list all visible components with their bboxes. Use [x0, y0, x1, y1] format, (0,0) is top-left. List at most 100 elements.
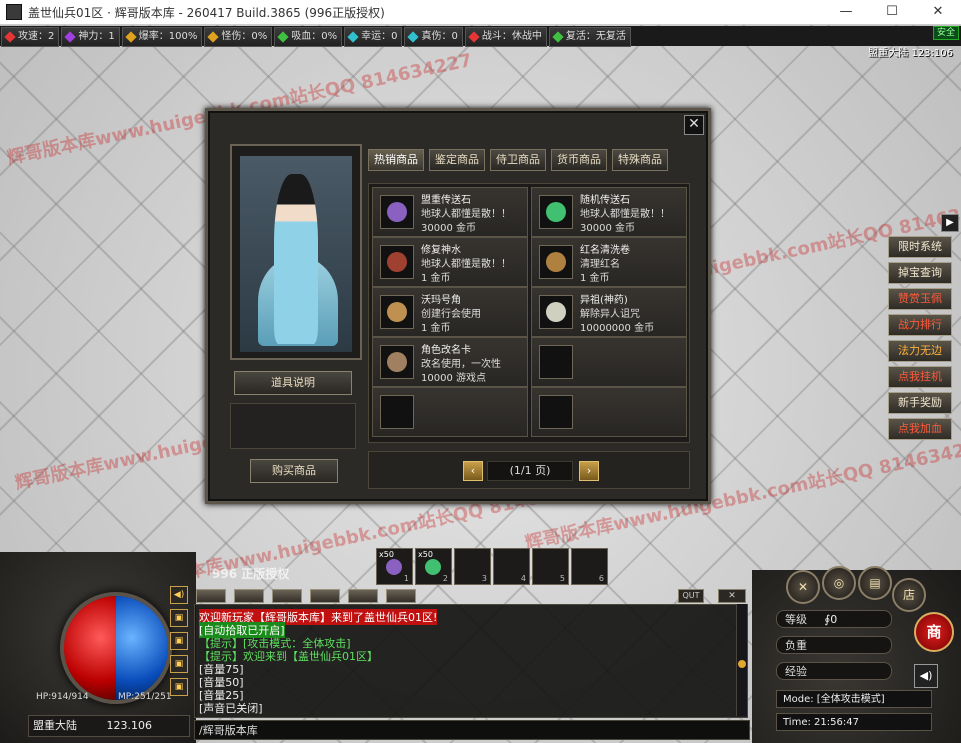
- bag-round-icon[interactable]: ▤: [858, 566, 892, 600]
- left-icon-column: ◀) ▣ ▣ ▣ ▣: [170, 586, 188, 701]
- shop-panel: ✕ 道具说明 购买商品 热销商品 鉴定商品 侍卫商品 货币商品 特殊商品 盟重传…: [205, 108, 711, 504]
- safe-zone-badge: 安全: [932, 26, 959, 40]
- tab-special-items[interactable]: 特殊商品: [612, 149, 668, 171]
- tab-identify-items[interactable]: 鉴定商品: [429, 149, 485, 171]
- menu-newbie-reward[interactable]: 新手奖励: [888, 392, 952, 414]
- window-title: 盖世仙兵01区 · 辉哥版本库 - 260417 Build.3865 (996…: [28, 5, 385, 20]
- time-display: Time: 21:56:47: [776, 713, 932, 731]
- shop-icon[interactable]: 商: [914, 612, 954, 652]
- close-round-icon[interactable]: ✕: [786, 570, 820, 604]
- shop-item-slot-empty[interactable]: [372, 387, 528, 437]
- map-title: 盟重大陆 123:106: [868, 48, 953, 59]
- item-hotbar: x50 1 x50 2 3 4 5 6: [376, 548, 610, 585]
- sound-icon[interactable]: ◀): [914, 664, 938, 688]
- side-menu-toggle-icon[interactable]: ▶: [941, 214, 959, 232]
- item-icon: [380, 245, 414, 279]
- stat-bar: 攻速：2 神力：1 爆率：100% 怪伤：0% 吸血：0% 幸运：0 真伤：0 …: [0, 26, 961, 47]
- shop-item-slot-empty[interactable]: [531, 387, 687, 437]
- prev-page-button[interactable]: ‹: [463, 461, 483, 481]
- next-page-button[interactable]: ›: [579, 461, 599, 481]
- item-icon: [380, 195, 414, 229]
- chat-channel-button[interactable]: [234, 589, 264, 603]
- shop-pager: ‹ (1/1 页) ›: [368, 451, 690, 489]
- shop-item-slot[interactable]: 盟重传送石 地球人都懂是散！！ 30000 金币: [372, 187, 528, 237]
- empty-slot-icon: [380, 395, 414, 429]
- stat-gem-icon: [64, 31, 77, 43]
- hotbar-slot[interactable]: x50 1: [376, 548, 413, 585]
- close-window-button[interactable]: ✕: [915, 0, 961, 24]
- stat-item: 幸运：0: [344, 27, 403, 47]
- hotbar-slot[interactable]: x50 2: [415, 548, 452, 585]
- shop-item-slot[interactable]: 沃玛号角 创建行会使用 1 金币: [372, 287, 528, 337]
- hp-orb-half: [64, 596, 116, 700]
- shop-item-slot[interactable]: 红名清洗卷 清理红名 1 金币: [531, 237, 687, 287]
- item-icon: [380, 345, 414, 379]
- menu-icon[interactable]: ▣: [170, 632, 188, 650]
- sound-toggle-icon[interactable]: ◀): [170, 586, 188, 604]
- hotbar-slot[interactable]: 5: [532, 548, 569, 585]
- menu-power-ranking[interactable]: 战力排行: [888, 314, 952, 336]
- tab-guard-items[interactable]: 侍卫商品: [490, 149, 546, 171]
- shop-item-slot[interactable]: 修复神水 地球人都懂是散！！ 1 金币: [372, 237, 528, 287]
- exp-field: 经验: [776, 662, 892, 680]
- menu-auto-hang[interactable]: 点我挂机: [888, 366, 952, 388]
- mp-readout: MP:251/251: [118, 692, 172, 702]
- menu-limited-system[interactable]: 限时系统: [888, 236, 952, 258]
- stat-gem-icon: [468, 31, 480, 43]
- item-description-button[interactable]: 道具说明: [234, 371, 352, 395]
- shop-item-slot[interactable]: 角色改名卡 改名使用，一次性 10000 游戏点: [372, 337, 528, 387]
- hotbar-slot[interactable]: 6: [571, 548, 608, 585]
- store-round-icon[interactable]: 店: [892, 578, 926, 612]
- menu-appreciation-jade[interactable]: 赞赏玉佩: [888, 288, 952, 310]
- menu-icon[interactable]: ▣: [170, 609, 188, 627]
- stat-gem-icon: [4, 31, 16, 43]
- window-titlebar: 盖世仙兵01区 · 辉哥版本库 - 260417 Build.3865 (996…: [0, 0, 961, 25]
- menu-icon[interactable]: ▣: [170, 678, 188, 696]
- menu-drop-query[interactable]: 掉宝查询: [888, 262, 952, 284]
- stat-gem-icon: [277, 31, 289, 43]
- location-coords: 123.106: [106, 719, 153, 732]
- shop-item-slot[interactable]: 随机传送石 地球人都懂是散！！ 30000 金币: [531, 187, 687, 237]
- stat-item: 吸血：0%: [274, 27, 343, 47]
- stat-item: 真伤：0: [404, 27, 463, 47]
- stat-item: 爆率：100%: [121, 27, 203, 47]
- scroll-knob[interactable]: [738, 660, 746, 668]
- buy-button[interactable]: 购买商品: [250, 459, 338, 483]
- npc-portrait: [240, 156, 352, 352]
- hotbar-slot[interactable]: 4: [493, 548, 530, 585]
- chat-channel-button[interactable]: [386, 589, 416, 603]
- tab-hot-items[interactable]: 热销商品: [368, 149, 424, 171]
- hp-mp-orb: [60, 592, 172, 704]
- menu-icon[interactable]: ▣: [170, 655, 188, 673]
- shop-item-slot-empty[interactable]: [531, 337, 687, 387]
- menu-boundless-mana[interactable]: 法力无边: [888, 340, 952, 362]
- tab-currency-items[interactable]: 货币商品: [551, 149, 607, 171]
- mp-orb-half: [116, 596, 168, 700]
- chat-channel-button[interactable]: [196, 589, 226, 603]
- quit-button[interactable]: QUT: [678, 589, 704, 603]
- chat-input[interactable]: /辉哥版本库: [194, 720, 750, 740]
- location-box: 盟重大陆 123.106: [28, 715, 190, 737]
- shop-close-button[interactable]: ✕: [684, 115, 704, 135]
- stat-gem-icon: [552, 31, 564, 43]
- chat-channel-button[interactable]: [348, 589, 378, 603]
- stat-item: 复活：无复活: [548, 27, 631, 47]
- character-round-icon[interactable]: ◎: [822, 566, 856, 600]
- chat-scrollbar[interactable]: [736, 604, 747, 716]
- license-logo: 996 正版授权: [212, 567, 290, 581]
- page-indicator: (1/1 页): [487, 461, 573, 481]
- minimize-button[interactable]: —: [823, 0, 869, 24]
- chat-toolbar: [196, 589, 424, 603]
- hotbar-slot[interactable]: 3: [454, 548, 491, 585]
- shop-item-slot[interactable]: 异祖(神药) 解除异人诅咒 10000000 金币: [531, 287, 687, 337]
- chat-channel-button[interactable]: [310, 589, 340, 603]
- menu-add-hp[interactable]: 点我加血: [888, 418, 952, 440]
- item-description-box: [230, 403, 356, 449]
- shop-item-grid: 盟重传送石 地球人都懂是散！！ 30000 金币 随机传送石 地球人都懂是散！！…: [368, 183, 690, 443]
- chat-close-button[interactable]: ✕: [718, 589, 746, 603]
- shop-tabs: 热销商品 鉴定商品 侍卫商品 货币商品 特殊商品: [368, 149, 673, 171]
- maximize-button[interactable]: ☐: [869, 0, 915, 24]
- chat-channel-button[interactable]: [272, 589, 302, 603]
- attack-mode-button[interactable]: Mode: [全体攻击模式]: [776, 690, 932, 708]
- empty-slot-icon: [539, 395, 573, 429]
